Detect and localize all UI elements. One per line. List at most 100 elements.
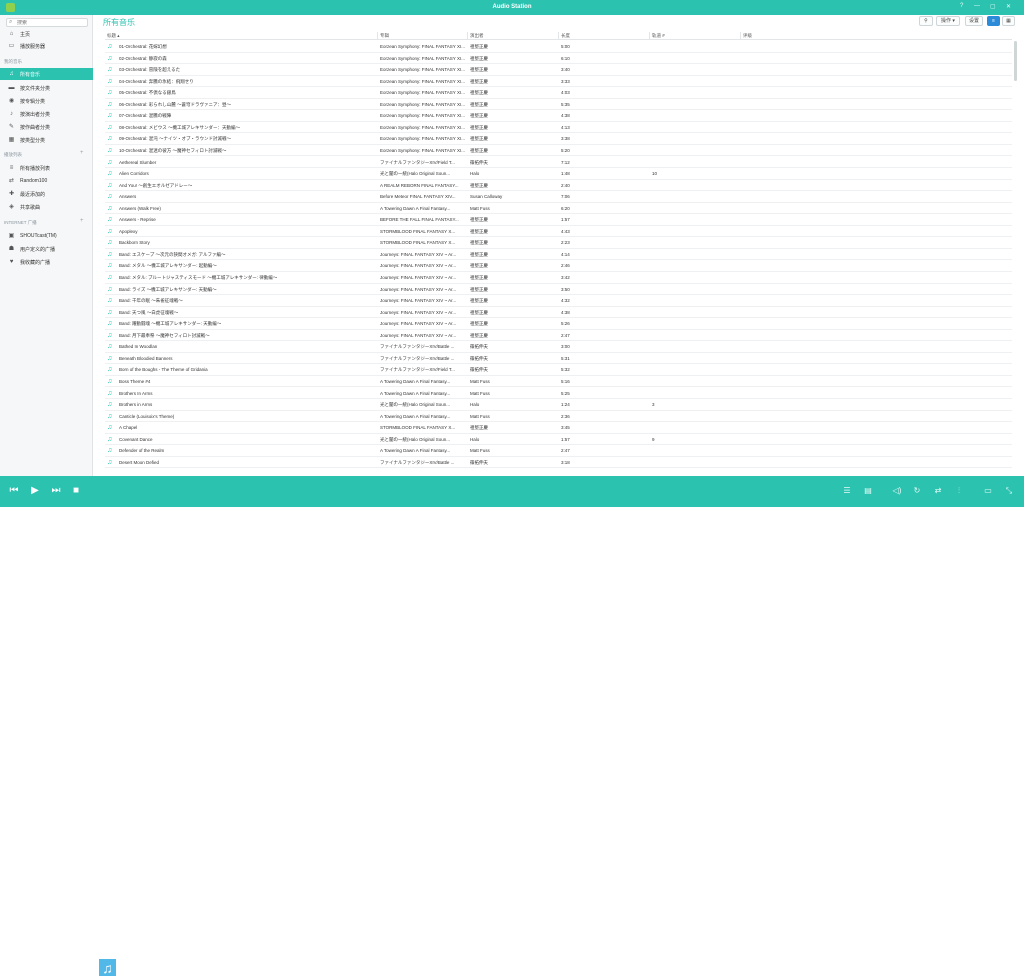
table-row[interactable]: ♫ Brothers in Arms 光と闇の一統(Halo Original So… xyxy=(105,399,1012,411)
sidebar-item-by-genre[interactable]: ▦ 按类型分类 xyxy=(0,134,93,146)
cell-album: Eorzean Symphony: FINAL FANTASY XI... xyxy=(380,113,465,119)
table-row[interactable]: ♫ Brothers In Arms A Towering Dawn A Final… xyxy=(105,388,1012,399)
shuffle-icon[interactable]: ⇄ xyxy=(932,485,944,497)
cell-duration: 5:31 xyxy=(561,355,570,361)
sidebar-item-all-music[interactable]: ♫ 所有音乐 xyxy=(0,68,93,80)
table-row[interactable]: ♫ 02-Orchestral: 静寂の森 Eorzean Symphony: FI… xyxy=(105,53,1012,65)
table-row[interactable]: ♫ Answers - Reprise BEFORE THE FALL FINAL … xyxy=(105,214,1012,226)
grid-view-button[interactable]: ▦ xyxy=(1002,16,1015,26)
search-box[interactable]: ⌕ xyxy=(6,18,88,27)
repeat-icon[interactable]: ↻ xyxy=(911,485,923,497)
table-row[interactable]: ♫ Band: 躍動闘魂 ～機工城アレキサンダー: 天動編～ Journeys: F… xyxy=(105,318,1012,330)
table-row[interactable]: ♫ Band: 千年の眠 ～朱雀征魂戦～ Journeys: FINAL FANTA… xyxy=(105,295,1012,307)
mini-player-icon[interactable]: ⤡ xyxy=(1003,485,1015,497)
sidebar-item-home[interactable]: ⌂ 主页 xyxy=(0,28,93,40)
table-row[interactable]: ♫ And You! ～創生エオルゼアドレー～ A REALM REBORN FIN… xyxy=(105,180,1012,192)
table-row[interactable]: ♫ Band: ライズ ～機工城アレキサンダー: 天動編～ Journeys: FI… xyxy=(105,284,1012,296)
add-playlist-icon[interactable]: + xyxy=(80,150,84,156)
sidebar-item-by-album[interactable]: ◉ 按专辑分类 xyxy=(0,95,93,107)
table-row[interactable]: ♫ Alien Corridors 光と闇の一統(Halo Original Sou… xyxy=(105,168,1012,180)
sidebar-item-all-playlists[interactable]: ≡ 所有播放列表 xyxy=(0,162,93,174)
lyrics-icon[interactable]: ▤ xyxy=(862,485,874,497)
filter-button[interactable]: ⚲ xyxy=(919,16,933,26)
table-row[interactable]: ♫ 01-Orchestral: 花嫁幻想 Eorzean Symphony: FI… xyxy=(105,41,1012,53)
table-row[interactable]: ♫ Beneath Bloodied Banners ファイナルファンタジーXIV/… xyxy=(105,353,1012,365)
column-title[interactable]: 标题 ▴ xyxy=(107,33,120,39)
table-row[interactable]: ♫ Band: メタル: ブルートジャスティスモード ～機工城アレキサンダー: 律… xyxy=(105,272,1012,284)
table-row[interactable]: ♫ 08-Orchestral: メビウス ～機工城アレキサンダー：天動編～ Eor… xyxy=(105,122,1012,134)
table-row[interactable]: ♫ Desert Moon Defied ファイナルファンタジーXIV/Battle… xyxy=(105,457,1012,469)
volume-icon[interactable]: ◁) xyxy=(891,485,903,497)
page-title: 所有音乐 xyxy=(103,18,135,27)
cell-title: Apoplexy xyxy=(119,228,138,234)
column-rating[interactable]: 评级 xyxy=(743,33,752,39)
equalizer-icon[interactable]: ⫶ xyxy=(953,485,965,497)
sidebar-item-user-radio[interactable]: ☗ 用户定义的广播 xyxy=(0,243,93,255)
table-row[interactable]: ♫ Born of the Boughs - The Theme of Grida… xyxy=(105,364,1012,376)
cell-album: 光と闇の一統(Halo Original Soun... xyxy=(380,402,451,408)
cell-album: BEFORE THE FALL FINAL FANTASY... xyxy=(380,217,459,223)
cell-artist: 祖堅正慶 xyxy=(470,147,488,153)
list-view-button[interactable]: ≡ xyxy=(987,16,1000,26)
sidebar-item-recently-added[interactable]: ✚ 最近添加的 xyxy=(0,188,93,200)
table-row[interactable]: ♫ Apoplexy STORMBLOOD FINAL FANTASY X... 祖堅… xyxy=(105,226,1012,238)
stop-icon[interactable]: ■ xyxy=(70,485,82,497)
previous-track-icon[interactable]: ⏮ xyxy=(8,485,20,497)
table-row[interactable]: ♫ Band: メタル ～機工城アレキサンダー: 起動編～ Journeys: FI… xyxy=(105,260,1012,272)
sidebar-item-shared-songs[interactable]: ◈ 共享歌曲 xyxy=(0,201,93,213)
table-row[interactable]: ♫ Band: 月下最奉祭 ～魔神セフィロト討滅戦～ Journeys: FINAL… xyxy=(105,330,1012,342)
sidebar-item-by-folder[interactable]: ▬ 按文件夹分类 xyxy=(0,82,93,94)
column-album[interactable]: 专辑 xyxy=(380,33,389,39)
table-row[interactable]: ♫ 03-Orchestral: 冒険を超えるた Eorzean Symphony:… xyxy=(105,64,1012,76)
play-icon[interactable]: ▶ xyxy=(29,485,41,497)
add-radio-icon[interactable]: + xyxy=(80,218,84,224)
column-track-number[interactable]: 轨道 # xyxy=(652,33,665,39)
table-row[interactable]: ♫ Boss Theme #4 A Towering Dawn A Final Fa… xyxy=(105,376,1012,388)
help-icon[interactable]: ? xyxy=(960,3,963,9)
table-row[interactable]: ♫ 07-Orchestral: 混騰の戦陣 Eorzean Symphony: F… xyxy=(105,110,1012,122)
cell-duration: 3:00 xyxy=(561,344,570,350)
album-icon: ◉ xyxy=(8,98,15,104)
sidebar-item-random100[interactable]: ⇄ Random100 xyxy=(0,175,93,187)
sidebar-item-shoutcast[interactable]: ▣ SHOUTcast(TM) xyxy=(0,230,93,242)
music-note-icon: ♫ xyxy=(107,320,113,328)
action-button[interactable]: 操作 ▾ xyxy=(936,16,960,26)
sidebar-item-favorite-radio[interactable]: ♥ 我收藏的广播 xyxy=(0,256,93,268)
table-row[interactable]: ♫ Answers (Walk Free) A Towering Dawn A Fi… xyxy=(105,203,1012,215)
table-row[interactable]: ♫ 10-Orchestral: 混迷の彼方 ～魔神セフィロト討滅戦～ Eorzea… xyxy=(105,145,1012,157)
table-row[interactable]: ♫ 05-Orchestral: 不倶なる銀鳥 Eorzean Symphony: … xyxy=(105,87,1012,99)
cell-title: Desert Moon Defied xyxy=(119,459,160,465)
filter-icon: ⚲ xyxy=(924,18,928,24)
column-artist[interactable]: 演出者 xyxy=(470,33,484,39)
table-row[interactable]: ♫ Backborn Story STORMBLOOD FINAL FANTASY … xyxy=(105,237,1012,249)
table-row[interactable]: ♫ 09-Orchestral: 混沌 ～ナイツ・オブ・ラウンド討滅戦～ Eorze… xyxy=(105,133,1012,145)
search-input[interactable] xyxy=(17,20,85,26)
table-row[interactable]: ♫ Aethereal Slumber ファイナルファンタジーXIV/Field T… xyxy=(105,157,1012,168)
next-track-icon[interactable]: ⏭ xyxy=(50,485,62,497)
playlist-queue-icon[interactable]: ☰ xyxy=(841,485,853,497)
vertical-scrollbar[interactable] xyxy=(1014,41,1017,81)
maximize-icon[interactable]: ▢ xyxy=(990,3,996,10)
table-row[interactable]: ♫ Defender of the Realm A Towering Dawn A … xyxy=(105,445,1012,457)
music-note-icon: ♫ xyxy=(107,193,113,201)
close-icon[interactable]: ✕ xyxy=(1006,3,1011,10)
settings-button[interactable]: 设置 xyxy=(965,16,983,26)
table-row[interactable]: ♫ Covenant Dance 光と闇の一統(Halo Original Soun… xyxy=(105,434,1012,446)
output-device-icon[interactable]: ▭ xyxy=(982,485,994,497)
table-row[interactable]: ♫ 06-Orchestral: 彩られし山麓 ～蒼穹ドラヴァニア：昼～ Eorze… xyxy=(105,99,1012,111)
cell-artist: Halo xyxy=(470,402,480,408)
column-duration[interactable]: 长度 xyxy=(561,33,570,39)
table-row[interactable]: ♫ 04-Orchestral: 奔騰の氷結：飛翔せり Eorzean Sympho… xyxy=(105,76,1012,88)
table-row[interactable]: ♫ A Chapel STORMBLOOD FINAL FANTASY X... 祖堅… xyxy=(105,422,1012,434)
music-note-icon: ♫ xyxy=(107,354,113,362)
table-row[interactable]: ♫ Band: 天つ風 ～白虎征魂戦～ Journeys: FINAL FANTAS… xyxy=(105,307,1012,319)
sidebar-item-by-artist[interactable]: ♪ 按演出者分类 xyxy=(0,108,93,120)
table-row[interactable]: ♫ Band: エスケープ ～次元の狭間オメガ: アルファ編～ Journeys: … xyxy=(105,249,1012,261)
sidebar-item-by-composer[interactable]: ✎ 按作曲者分类 xyxy=(0,121,93,133)
table-row[interactable]: ♫ Answers Before Meteor FINAL FANTASY XIV.… xyxy=(105,191,1012,203)
album-cover[interactable]: ♫ xyxy=(98,958,117,977)
sidebar-item-player-server[interactable]: ▭ 播放服务器 xyxy=(0,40,93,52)
minimize-icon[interactable]: — xyxy=(974,3,980,9)
table-row[interactable]: ♫ Bathed In Woodlan ファイナルファンタジーXIV/Battle … xyxy=(105,341,1012,353)
table-row[interactable]: ♫ Canticle (Louisoix's Theme) A Towering D… xyxy=(105,411,1012,423)
